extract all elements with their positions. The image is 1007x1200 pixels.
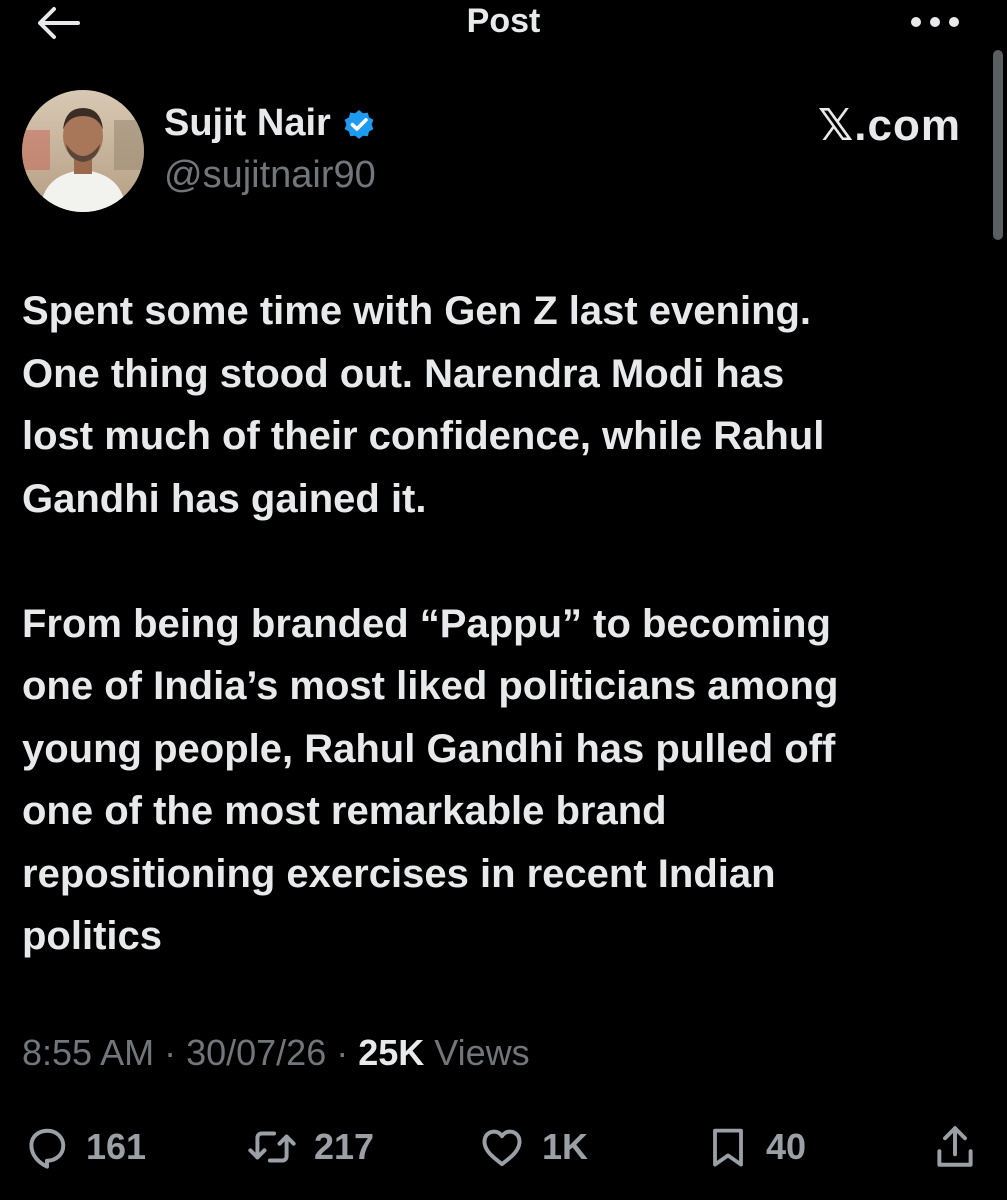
heart-icon [482, 1129, 522, 1167]
repost-count: 217 [314, 1126, 375, 1167]
author-display-name[interactable]: Sujit Nair [164, 102, 331, 145]
avatar[interactable] [22, 90, 144, 212]
reply-count: 161 [86, 1126, 147, 1167]
reply-icon [29, 1128, 66, 1169]
repost-button[interactable]: 217 [244, 1112, 374, 1182]
like-button[interactable]: 1K [476, 1112, 588, 1182]
more-button[interactable] [907, 4, 963, 40]
page-title: Post [466, 2, 541, 40]
tweet-date[interactable]: 30/07/26 [186, 1032, 326, 1073]
author-name-row[interactable]: Sujit Nair [164, 102, 377, 145]
more-horizontal-icon [911, 17, 959, 27]
repost-icon [248, 1131, 296, 1163]
tweet-meta: 8:55 AM · 30/07/26 · 25K Views [22, 1032, 530, 1074]
views-count[interactable]: 25K [358, 1032, 424, 1073]
tweet-text: Spent some time with Gen Z last evening.… [22, 289, 839, 958]
scrollbar[interactable] [993, 50, 1003, 240]
views-label: Views [424, 1032, 530, 1073]
bookmark-button[interactable]: 40 [704, 1112, 806, 1182]
share-icon [937, 1126, 973, 1167]
x-watermark: 𝕏.com [817, 101, 961, 150]
reply-button[interactable]: 161 [22, 1112, 146, 1182]
meta-separator: · [154, 1032, 187, 1073]
verified-badge-icon [344, 109, 374, 139]
share-button[interactable] [930, 1112, 980, 1182]
like-count: 1K [542, 1126, 589, 1167]
author-handle[interactable]: @sujitnair90 [164, 154, 376, 197]
tweet-time[interactable]: 8:55 AM [22, 1032, 154, 1073]
bookmark-count: 40 [766, 1126, 807, 1167]
avatar-image [22, 90, 144, 212]
action-bar: 161 217 1K 40 [0, 1112, 1007, 1182]
meta-separator: · [326, 1032, 359, 1073]
bookmark-icon [713, 1128, 743, 1167]
top-bar: Post [0, 0, 1007, 46]
